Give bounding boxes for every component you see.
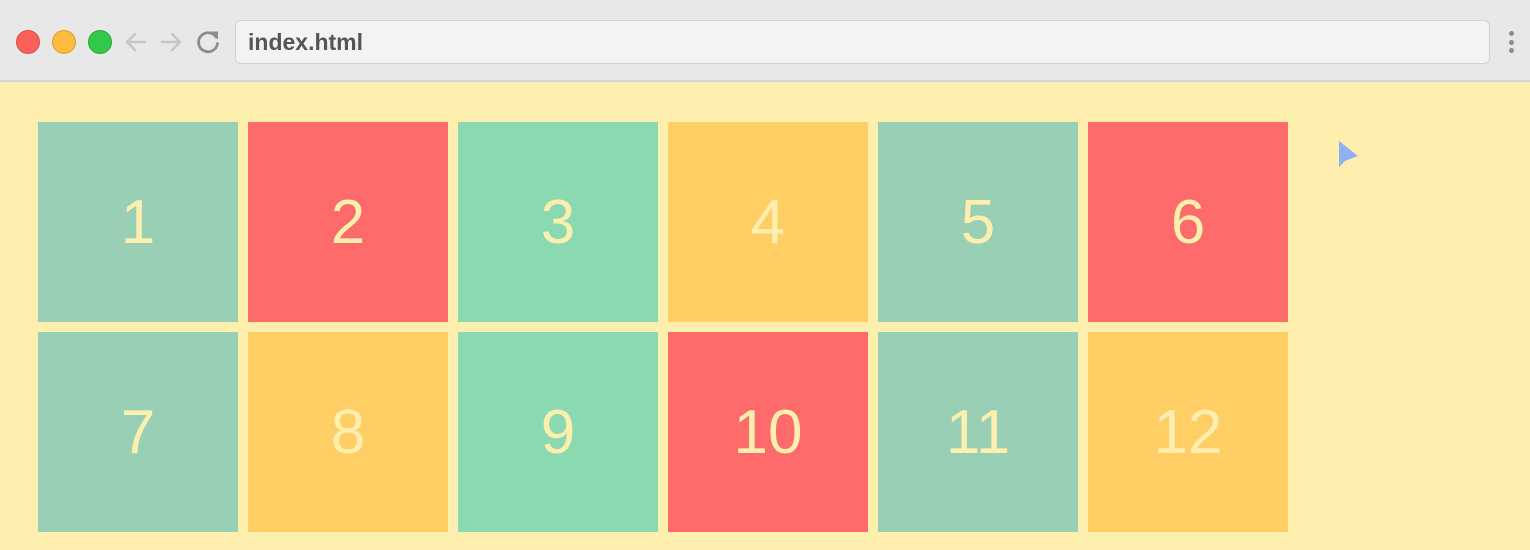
menu-dot <box>1508 39 1514 45</box>
arrow-right-icon <box>160 32 182 52</box>
grid-tile-4: 4 <box>668 122 868 322</box>
reload-icon <box>197 31 219 54</box>
close-window-button[interactable] <box>16 30 40 54</box>
grid-tile-11: 11 <box>878 332 1078 532</box>
grid-tile-10: 10 <box>668 332 868 532</box>
menu-dot <box>1508 31 1514 36</box>
grid-tile-6: 6 <box>1088 122 1288 322</box>
address-text: index.html <box>248 28 364 55</box>
grid-tile-2: 2 <box>248 122 448 322</box>
grid-tile-7: 7 <box>38 332 238 532</box>
minimize-window-button[interactable] <box>52 30 76 54</box>
maximize-window-button[interactable] <box>88 30 112 54</box>
mouse-cursor-icon <box>1339 141 1358 167</box>
forward-button[interactable] <box>155 26 187 58</box>
kebab-menu-icon[interactable] <box>1503 28 1519 56</box>
arrow-left-icon <box>125 32 147 52</box>
browser-toolbar: index.html <box>0 0 1530 82</box>
grid-tile-12: 12 <box>1088 332 1288 532</box>
grid-tile-9: 9 <box>458 332 658 532</box>
back-button[interactable] <box>120 26 152 58</box>
menu-dot <box>1508 48 1514 53</box>
grid-tile-3: 3 <box>458 122 658 322</box>
address-bar[interactable]: index.html <box>235 20 1490 64</box>
reload-button[interactable] <box>192 26 224 58</box>
grid-tile-8: 8 <box>248 332 448 532</box>
tile-grid: 1 2 3 4 5 6 7 8 9 10 11 12 <box>38 122 1288 532</box>
grid-tile-5: 5 <box>878 122 1078 322</box>
grid-tile-1: 1 <box>38 122 238 322</box>
